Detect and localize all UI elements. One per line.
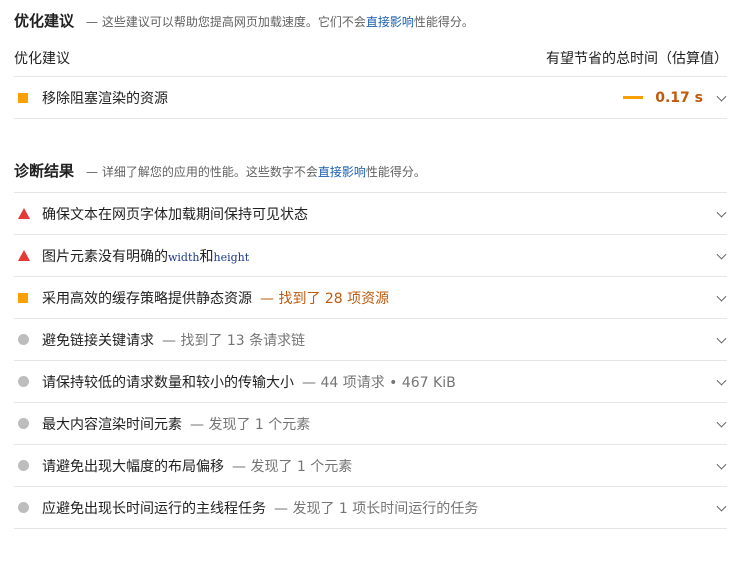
direct-impact-link[interactable]: 直接影响: [366, 15, 414, 29]
audit-title: 采用高效的缓存策略提供静态资源: [42, 290, 252, 307]
savings-bar: [623, 96, 644, 99]
audit-font-display[interactable]: 确保文本在网页字体加载期间保持可见状态: [14, 192, 727, 234]
audit-title: 请避免出现大幅度的布局偏移: [42, 458, 224, 475]
audit-title: 最大内容渲染时间元素: [42, 416, 182, 433]
audit-lcp-element[interactable]: 最大内容渲染时间元素 — 发现了 1 个元素: [14, 402, 727, 444]
column-estimated-savings: 有望节省的总时间（估算值）: [546, 51, 728, 67]
info-indicator-icon: [14, 334, 42, 345]
info-indicator-icon: [14, 376, 42, 387]
audit-title: 应避免出现长时间运行的主线程任务: [42, 500, 266, 517]
chevron-down-icon[interactable]: [716, 91, 727, 102]
audit-title: 避免链接关键请求: [42, 332, 154, 349]
opportunities-description: — 这些建议可以帮助您提高网页加载速度。它们不会直接影响性能得分。: [86, 13, 474, 30]
divider: [14, 118, 727, 119]
chevron-down-icon[interactable]: [716, 249, 727, 260]
info-indicator-icon: [14, 502, 42, 513]
audit-title: 图片元素没有明确的width和height: [42, 246, 249, 266]
desc-text: — 详细了解您的应用的性能。这些数字不会: [86, 165, 318, 179]
fail-indicator-icon: [14, 250, 42, 261]
audit-detail: — 44 项请求 • 467 KiB: [302, 374, 456, 391]
audit-detail: — 发现了 1 个元素: [232, 458, 353, 475]
opportunities-title: 优化建议: [14, 12, 75, 30]
chevron-down-icon[interactable]: [716, 333, 727, 344]
diagnostics-header: 诊断结果 — 详细了解您的应用的性能。这些数字不会直接影响性能得分。: [14, 160, 426, 181]
audit-title: 请保持较低的请求数量和较小的传输大小: [42, 374, 294, 391]
desc-text: — 这些建议可以帮助您提高网页加载速度。它们不会: [86, 15, 366, 29]
desc-text: 性能得分。: [413, 15, 474, 29]
audit-resource-summary[interactable]: 请保持较低的请求数量和较小的传输大小 — 44 项请求 • 467 KiB: [14, 360, 727, 402]
audit-render-blocking[interactable]: 移除阻塞渲染的资源 0.17 s: [14, 76, 727, 118]
direct-impact-link[interactable]: 直接影响: [318, 165, 366, 179]
code-height: height: [213, 250, 250, 264]
opportunities-header: 优化建议 — 这些建议可以帮助您提高网页加载速度。它们不会直接影响性能得分。: [14, 10, 474, 31]
chevron-down-icon[interactable]: [716, 459, 727, 470]
audit-layout-shift[interactable]: 请避免出现大幅度的布局偏移 — 发现了 1 个元素: [14, 444, 727, 486]
code-width: width: [168, 250, 200, 264]
chevron-down-icon[interactable]: [716, 417, 727, 428]
chevron-down-icon[interactable]: [716, 207, 727, 218]
audit-unsized-images[interactable]: 图片元素没有明确的width和height: [14, 234, 727, 276]
audit-detail: — 发现了 1 个元素: [190, 416, 311, 433]
audit-long-tasks[interactable]: 应避免出现长时间运行的主线程任务 — 发现了 1 项长时间运行的任务: [14, 486, 727, 528]
audit-title: 确保文本在网页字体加载期间保持可见状态: [42, 206, 308, 223]
audit-detail: — 找到了 13 条请求链: [162, 332, 306, 349]
audit-detail: — 找到了 28 项资源: [260, 290, 390, 307]
average-indicator-icon: [14, 92, 42, 103]
diagnostics-title: 诊断结果: [14, 162, 75, 180]
info-indicator-icon: [14, 460, 42, 471]
column-opportunity: 优化建议: [14, 51, 70, 67]
savings-value: 0.17 s: [655, 89, 703, 106]
savings-display: 0.17 s: [623, 77, 703, 118]
audit-cache-policy[interactable]: 采用高效的缓存策略提供静态资源 — 找到了 28 项资源: [14, 276, 727, 318]
chevron-down-icon[interactable]: [716, 291, 727, 302]
chevron-down-icon[interactable]: [716, 375, 727, 386]
info-indicator-icon: [14, 418, 42, 429]
title-text: 和: [199, 248, 214, 265]
title-text: 图片元素没有明确的: [42, 248, 168, 265]
opportunities-column-header: 优化建议 有望节省的总时间（估算值）: [14, 48, 728, 68]
chevron-down-icon[interactable]: [716, 501, 727, 512]
fail-indicator-icon: [14, 208, 42, 219]
desc-text: 性能得分。: [365, 165, 426, 179]
divider: [14, 528, 727, 529]
audit-detail: — 发现了 1 项长时间运行的任务: [274, 500, 479, 517]
audit-title: 移除阻塞渲染的资源: [42, 90, 168, 107]
average-indicator-icon: [14, 292, 42, 303]
diagnostics-description: — 详细了解您的应用的性能。这些数字不会直接影响性能得分。: [86, 163, 426, 180]
audit-critical-chains[interactable]: 避免链接关键请求 — 找到了 13 条请求链: [14, 318, 727, 360]
